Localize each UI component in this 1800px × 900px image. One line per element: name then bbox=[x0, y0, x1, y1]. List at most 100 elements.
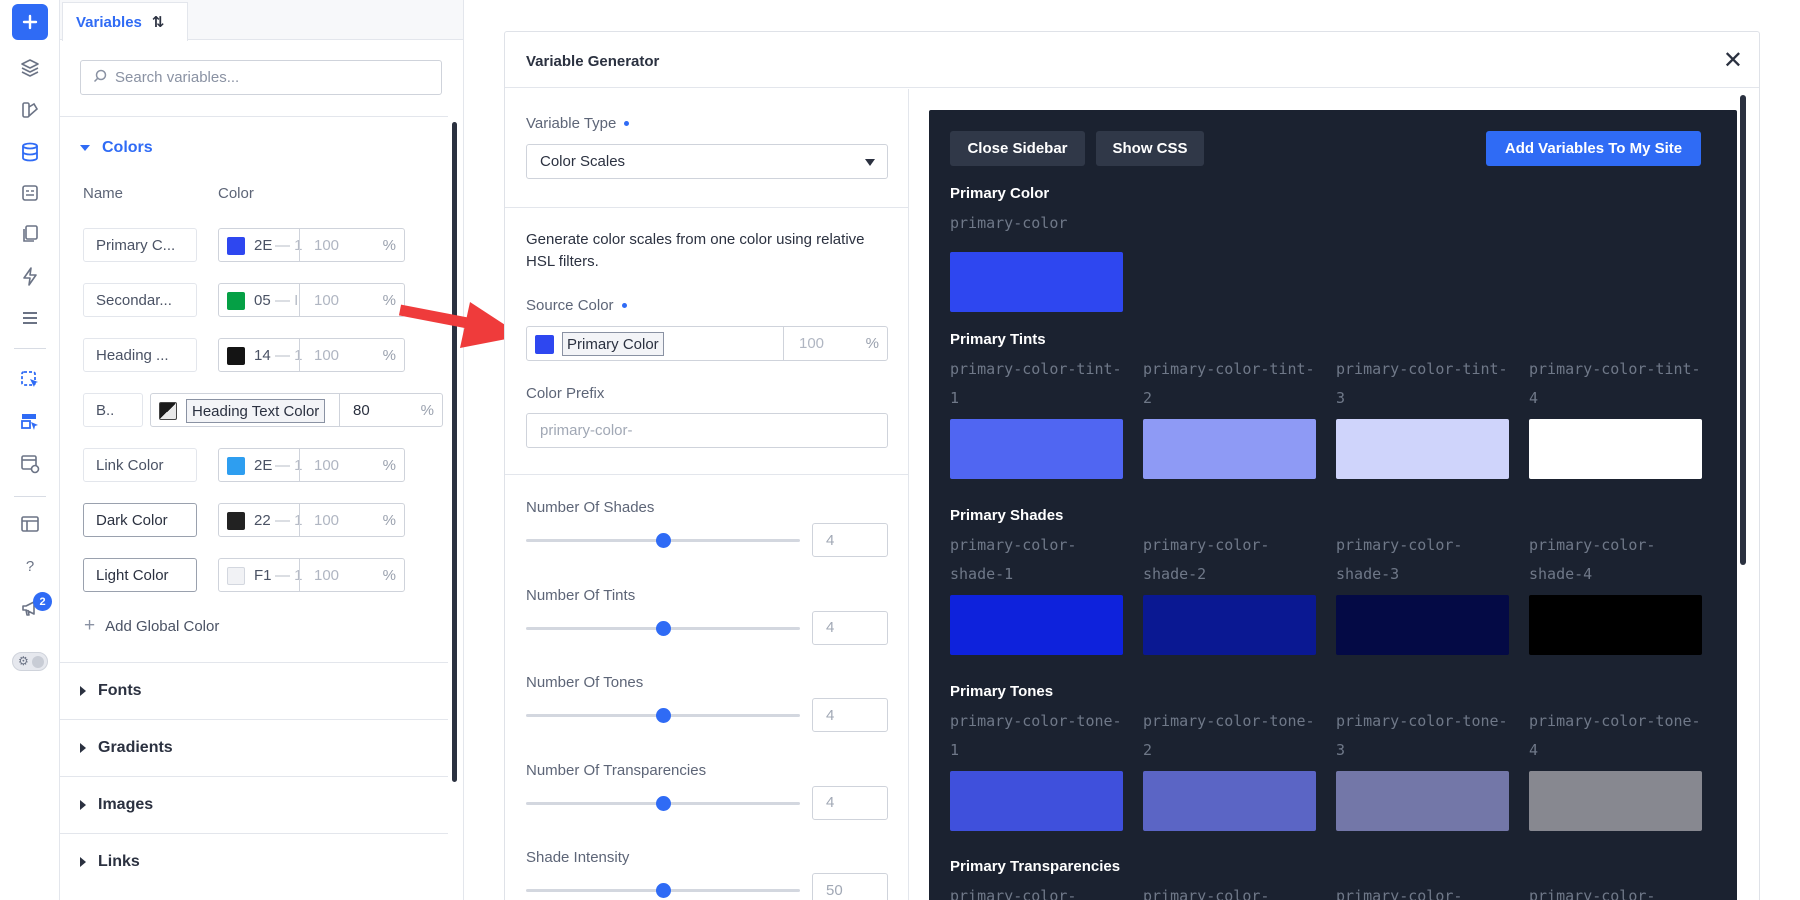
color-swatch[interactable] bbox=[227, 457, 245, 475]
section-links[interactable]: Links bbox=[80, 853, 140, 871]
slider-thumb[interactable] bbox=[656, 795, 671, 811]
scale-swatch[interactable] bbox=[950, 419, 1123, 479]
color-swatch[interactable] bbox=[227, 567, 245, 585]
slider-thumb[interactable] bbox=[656, 708, 671, 723]
percent-sign: % bbox=[382, 457, 396, 474]
color-value-field[interactable]: 05— I 100% bbox=[218, 283, 405, 317]
show-css-button[interactable]: Show CSS bbox=[1096, 131, 1204, 166]
scale-var-name: primary-color-tone- bbox=[1529, 712, 1701, 730]
range-slider[interactable] bbox=[526, 708, 800, 723]
style-button[interactable] bbox=[12, 92, 48, 128]
number-input[interactable]: 4 bbox=[812, 610, 888, 645]
color-swatch[interactable] bbox=[227, 347, 245, 365]
source-color-chip[interactable]: Primary Color bbox=[562, 332, 664, 356]
range-slider[interactable] bbox=[526, 883, 800, 898]
scale-swatch[interactable] bbox=[950, 771, 1123, 831]
close-icon[interactable]: ✕ bbox=[1723, 46, 1743, 75]
tab-variables[interactable]: Variables ⇅ bbox=[62, 2, 188, 41]
section-colors[interactable]: Colors bbox=[80, 139, 153, 157]
color-value-field[interactable]: Heading Text Color 80 % bbox=[150, 393, 443, 427]
preview-button[interactable] bbox=[12, 446, 48, 482]
add-global-color-button[interactable]: + Add Global Color bbox=[84, 615, 219, 637]
opacity-input[interactable]: 100 bbox=[314, 567, 339, 584]
color-name-field[interactable]: Link Color bbox=[83, 448, 197, 482]
tab-variables-label: Variables bbox=[76, 13, 142, 31]
color-swatch[interactable] bbox=[227, 292, 245, 310]
interactions-button[interactable] bbox=[12, 258, 48, 294]
color-name-field[interactable]: Dark Color bbox=[83, 503, 197, 537]
number-input[interactable]: 4 bbox=[812, 698, 888, 732]
scale-swatch[interactable] bbox=[1529, 595, 1702, 655]
section-gradients[interactable]: Gradients bbox=[80, 739, 173, 757]
dark-mode-toggle[interactable]: ⚙ bbox=[12, 652, 48, 671]
color-name-field[interactable]: B.. bbox=[83, 393, 143, 427]
opacity-input[interactable]: 100 bbox=[314, 237, 339, 254]
close-sidebar-button[interactable]: Close Sidebar bbox=[950, 131, 1085, 166]
scale-swatch[interactable] bbox=[1529, 419, 1702, 479]
number-input[interactable]: 4 bbox=[812, 785, 888, 820]
layers-button[interactable] bbox=[12, 50, 48, 86]
variable-type-select[interactable]: Color Scales bbox=[526, 144, 888, 179]
scale-swatch[interactable] bbox=[1529, 771, 1702, 831]
opacity-input[interactable]: 80 bbox=[353, 402, 370, 419]
search-variables-input[interactable]: Search variables... bbox=[80, 60, 442, 95]
scale-swatch[interactable] bbox=[1336, 595, 1509, 655]
scale-swatch[interactable] bbox=[1143, 595, 1316, 655]
select-element-button[interactable] bbox=[12, 362, 48, 398]
color-swatch[interactable] bbox=[227, 512, 245, 530]
scale-swatch[interactable] bbox=[1336, 771, 1509, 831]
structure-button[interactable] bbox=[12, 300, 48, 336]
opacity-input[interactable]: 100 bbox=[799, 335, 824, 352]
opacity-input[interactable]: 100 bbox=[314, 347, 339, 364]
opacity-input[interactable]: 100 bbox=[314, 292, 339, 309]
color-value-field[interactable]: 2E — 1 100% bbox=[218, 448, 405, 482]
variables-button[interactable] bbox=[12, 134, 48, 170]
forms-button[interactable] bbox=[12, 175, 48, 211]
templates-button[interactable] bbox=[12, 506, 48, 542]
color-swatch[interactable] bbox=[227, 237, 245, 255]
scale-swatch[interactable] bbox=[1336, 419, 1509, 479]
scale-swatch[interactable] bbox=[1143, 419, 1316, 479]
color-name-field[interactable]: Heading ... bbox=[83, 338, 197, 372]
chevron-down-icon bbox=[865, 159, 875, 166]
scale-swatch[interactable] bbox=[1143, 771, 1316, 831]
pages-button[interactable] bbox=[12, 216, 48, 252]
help-button[interactable]: ? bbox=[12, 548, 48, 584]
color-name-field[interactable]: Light Color bbox=[83, 558, 197, 592]
section-images[interactable]: Images bbox=[80, 796, 153, 814]
color-prefix-input[interactable]: primary-color- bbox=[526, 413, 888, 448]
color-swatch[interactable] bbox=[159, 402, 177, 420]
scale-var-suffix: 2 bbox=[1143, 389, 1153, 407]
range-slider[interactable] bbox=[526, 795, 800, 811]
lightning-icon bbox=[23, 267, 37, 286]
color-name-field[interactable]: Primary C... bbox=[83, 228, 197, 262]
primary-color-swatch[interactable] bbox=[950, 252, 1123, 312]
color-name-field[interactable]: Secondar... bbox=[83, 283, 197, 317]
sort-icon[interactable]: ⇅ bbox=[152, 13, 165, 31]
range-slider[interactable] bbox=[526, 620, 800, 636]
number-input[interactable]: 50 bbox=[812, 873, 888, 900]
range-slider[interactable] bbox=[526, 533, 800, 548]
scale-swatch[interactable] bbox=[950, 595, 1123, 655]
database-icon bbox=[22, 142, 38, 162]
preview-scrollbar[interactable] bbox=[1740, 95, 1746, 565]
number-input[interactable]: 4 bbox=[812, 523, 888, 557]
panel-scrollbar[interactable] bbox=[452, 122, 457, 782]
select-template-button[interactable] bbox=[12, 404, 48, 440]
color-value-field[interactable]: 22— 1 100% bbox=[218, 503, 405, 537]
percent-sign: % bbox=[420, 402, 434, 419]
opacity-input[interactable]: 100 bbox=[314, 457, 339, 474]
slider-thumb[interactable] bbox=[656, 533, 671, 548]
variable-chip[interactable]: Heading Text Color bbox=[186, 399, 326, 423]
slider-thumb[interactable] bbox=[656, 620, 671, 636]
slider-thumb[interactable] bbox=[656, 883, 671, 898]
opacity-input[interactable]: 100 bbox=[314, 512, 339, 529]
color-value-field[interactable]: 2E — 1 100% bbox=[218, 228, 405, 262]
add-variables-button[interactable]: Add Variables To My Site bbox=[1486, 131, 1701, 166]
section-fonts[interactable]: Fonts bbox=[80, 682, 142, 700]
color-value-field[interactable]: F1— 1 100% bbox=[218, 558, 405, 592]
add-element-button[interactable] bbox=[12, 4, 48, 40]
source-color-field[interactable]: Primary Color 100 % bbox=[526, 326, 888, 361]
color-value-field[interactable]: 14— 1 100% bbox=[218, 338, 405, 372]
color-swatch[interactable] bbox=[535, 335, 554, 354]
